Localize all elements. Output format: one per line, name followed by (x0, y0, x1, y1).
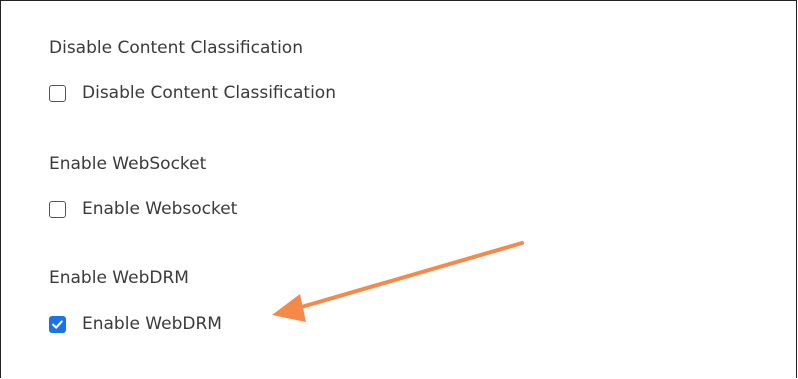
checkbox-label: Enable WebDRM (82, 314, 222, 334)
checkbox-label: Disable Content Classification (82, 83, 336, 103)
setting-enable-webdrm: Enable WebDRM Enable WebDRM (49, 267, 222, 334)
setting-title: Enable WebDRM (49, 268, 189, 288)
disable-content-classification-option[interactable]: Disable Content Classification (49, 82, 336, 104)
setting-disable-content-classification: Disable Content Classification Disable C… (49, 37, 336, 103)
settings-panel: Disable Content Classification Disable C… (0, 0, 797, 378)
setting-enable-websocket: Enable WebSocket Enable Websocket (49, 153, 237, 219)
setting-title: Enable WebSocket (49, 154, 207, 174)
checkbox-label: Enable Websocket (82, 199, 238, 219)
disable-content-classification-checkbox[interactable] (49, 84, 66, 102)
enable-websocket-option[interactable]: Enable Websocket (49, 198, 237, 220)
enable-webdrm-option[interactable]: Enable WebDRM (49, 313, 222, 335)
checkmark-icon (52, 319, 63, 329)
enable-webdrm-checkbox[interactable] (49, 315, 66, 333)
setting-title: Disable Content Classification (49, 38, 303, 58)
enable-websocket-checkbox[interactable] (49, 200, 66, 218)
